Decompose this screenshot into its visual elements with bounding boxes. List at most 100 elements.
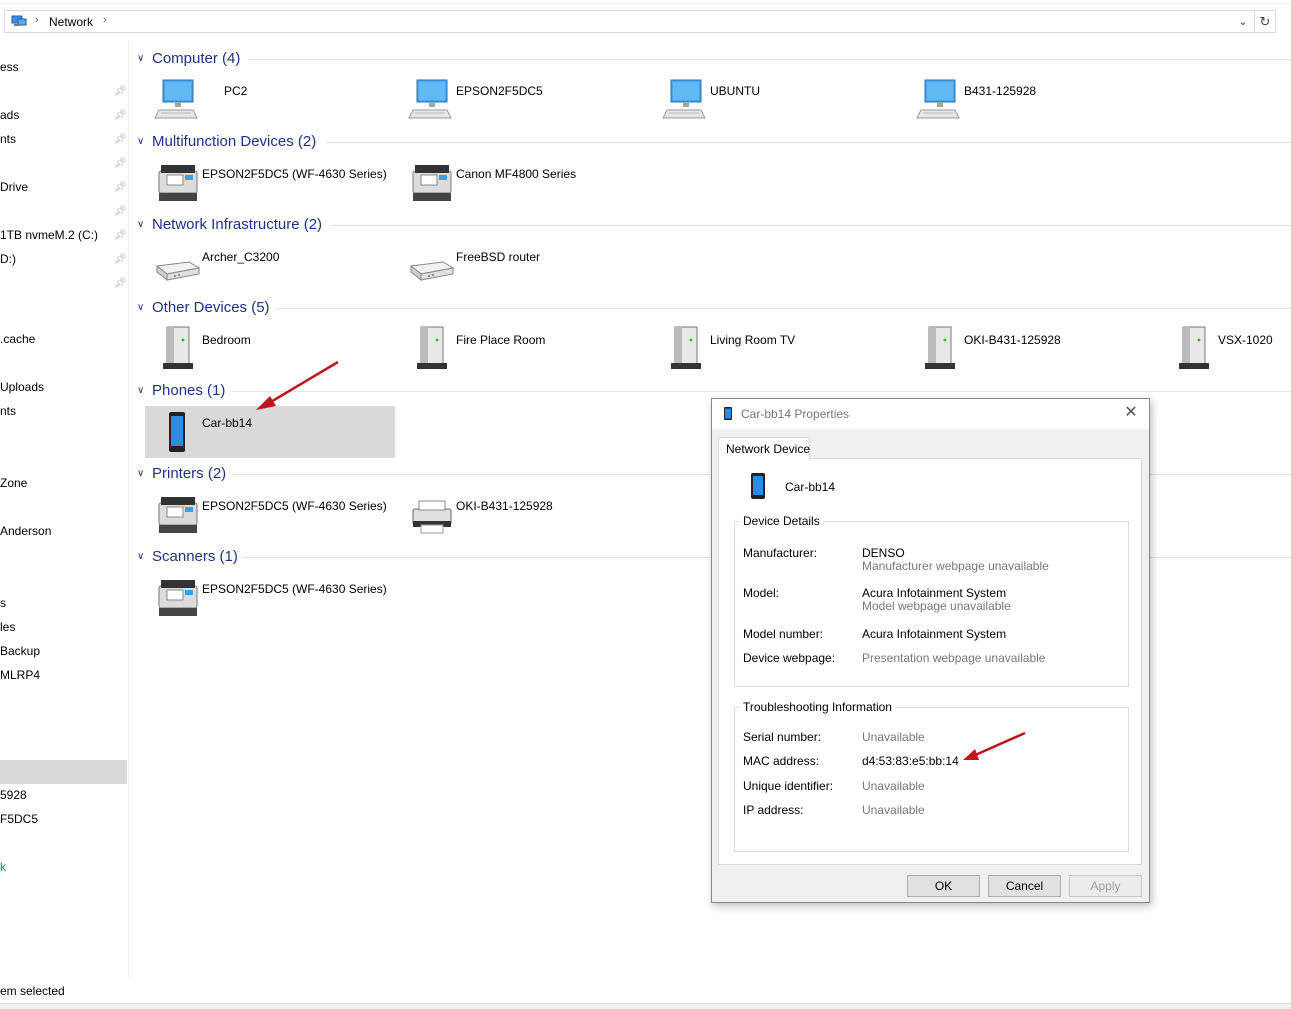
nav-item[interactable]: Zone [0,472,127,496]
device-name: Car-bb14 [785,480,836,494]
group-header-other-devices[interactable]: ∨ Other Devices (5) [130,299,1291,319]
pin-icon[interactable]: 📌︎ [114,134,127,146]
router-icon [156,261,200,281]
group-header-network-infrastructure[interactable]: ∨ Network Infrastructure (2) [130,216,1291,236]
phone-icon [724,407,732,420]
chevron-down-icon[interactable]: ∨ [137,385,147,396]
pin-icon[interactable]: 📌︎ [114,254,127,266]
device-details-legend: Device Details [740,514,823,528]
nav-item[interactable]: F5DC5 [0,808,127,832]
breadcrumb-network[interactable]: Network [49,15,93,29]
network-item-archer[interactable]: Archer_C3200 [145,238,395,290]
network-item-fire-place-room[interactable]: Fire Place Room [399,321,649,373]
network-item-epson2f5dc5[interactable]: EPSON2F5DC5 [399,72,649,124]
pin-icon[interactable]: 📌︎ [114,206,127,218]
nav-item[interactable]: Backup [0,640,127,664]
model-value: Acura Infotainment System [862,586,1007,600]
pin-icon[interactable]: 📌︎ [114,158,127,170]
troubleshooting-group: Troubleshooting Information Serial numbe… [734,700,1129,852]
network-item-epson-mfp[interactable]: EPSON2F5DC5 (WF-4630 Series) [145,155,395,207]
nav-item[interactable]: ess [0,56,127,80]
tab-panel: Car-bb14 Device Details Manufacturer: DE… [718,458,1142,865]
apply-button[interactable]: Apply [1069,875,1142,897]
media-device-icon [162,326,194,370]
nav-item[interactable]: Drive [0,176,127,200]
nav-item[interactable]: ads [0,104,127,128]
pin-icon[interactable]: 📌︎ [114,230,127,242]
tab-network-device[interactable]: Network Device [718,437,810,459]
breadcrumb-separator-icon[interactable]: › [35,14,39,26]
chevron-down-icon[interactable]: ∨ [137,468,147,479]
network-item-epson-scanner[interactable]: EPSON2F5DC5 (WF-4630 Series) [145,570,395,622]
network-item-vsx-1020[interactable]: VSX-1020 [1161,321,1289,373]
dialog-title-bar[interactable]: Car-bb14 Properties ✕ [712,399,1149,429]
address-bar[interactable]: › Network › ⌄ ↻ [4,10,1276,33]
nav-item[interactable]: D:) [0,248,127,272]
multifunction-printer-icon [158,579,198,617]
nav-item[interactable]: 1TB nvmeM.2 (C:) [0,224,127,248]
manufacturer-webpage: Manufacturer webpage unavailable [862,559,1049,573]
chevron-down-icon[interactable]: ∨ [137,551,147,562]
media-device-icon [924,326,956,370]
pin-icon[interactable]: 📌︎ [114,86,127,98]
chevron-down-icon[interactable]: ∨ [137,302,147,313]
device-details-group: Device Details Manufacturer: DENSO Manuf… [734,514,1129,687]
network-item-ubuntu[interactable]: UBUNTU [653,72,903,124]
network-item-epson-printer[interactable]: EPSON2F5DC5 (WF-4630 Series) [145,487,395,539]
model-webpage: Model webpage unavailable [862,599,1011,613]
multifunction-printer-icon [412,164,452,202]
chevron-down-icon[interactable]: ∨ [137,219,147,230]
nav-item[interactable]: Uploads [0,376,127,400]
ok-button[interactable]: OK [907,875,980,897]
pin-icon[interactable]: 📌︎ [114,278,127,290]
manufacturer-value: DENSO [862,546,905,560]
multifunction-printer-icon [158,164,198,202]
network-item-pc2[interactable]: PC2 [145,72,395,124]
properties-dialog[interactable]: Car-bb14 Properties ✕ Network Device Car… [711,398,1150,903]
network-item-living-room-tv[interactable]: Living Room TV [653,321,903,373]
media-device-icon [416,326,448,370]
computer-icon [916,79,960,119]
dialog-title: Car-bb14 Properties [741,407,850,421]
group-header-computer[interactable]: ∨ Computer (4) [130,50,1291,70]
nav-item[interactable]: nts [0,128,127,152]
nav-item[interactable]: Anderson [0,520,127,544]
network-icon [11,15,27,26]
annotation-arrow-icon [963,731,1026,760]
breadcrumb-chevron-icon[interactable]: › [103,14,107,26]
chevron-down-icon[interactable]: ∨ [137,136,147,147]
nav-item[interactable]: nts [0,400,127,424]
nav-item[interactable]: 5928 [0,784,127,808]
multifunction-printer-icon [158,496,198,534]
nav-item[interactable]: MLRP4 [0,664,127,688]
network-item-oki-printer[interactable]: OKI-B431-125928 [399,487,649,539]
close-icon[interactable]: ✕ [1121,403,1141,423]
nav-item[interactable]: s [0,592,127,616]
pin-icon[interactable]: 📌︎ [114,182,127,194]
cancel-button[interactable]: Cancel [988,875,1061,897]
phone-icon [751,473,765,499]
media-device-icon [1178,326,1210,370]
nav-item-network-selected[interactable] [0,760,127,784]
group-header-multifunction[interactable]: ∨ Multifunction Devices (2) [130,133,1291,153]
network-item-freebsd-router[interactable]: FreeBSD router [399,238,649,290]
divider [326,142,1291,143]
window-top-border [0,3,1291,4]
network-item-b431[interactable]: B431-125928 [907,72,1157,124]
media-device-icon [670,326,702,370]
computer-icon [154,79,198,119]
network-item-oki-device[interactable]: OKI-B431-125928 [907,321,1157,373]
pin-icon[interactable]: 📌︎ [114,110,127,122]
nav-item[interactable]: k [0,856,127,880]
printer-icon [412,500,452,534]
chevron-down-icon[interactable]: ⌄ [1235,12,1251,32]
divider [231,391,1291,392]
nav-item[interactable]: les [0,616,127,640]
chevron-down-icon[interactable]: ∨ [137,53,147,64]
router-icon [410,261,454,281]
annotation-arrow-icon [256,360,339,410]
navigation-pane[interactable]: ess ads nts Drive 1TB nvmeM.2 (C:) D:) .… [0,40,129,977]
network-item-canon-mfp[interactable]: Canon MF4800 Series [399,155,649,207]
refresh-icon[interactable]: ↻ [1254,11,1275,32]
nav-item[interactable]: .cache [0,328,127,352]
